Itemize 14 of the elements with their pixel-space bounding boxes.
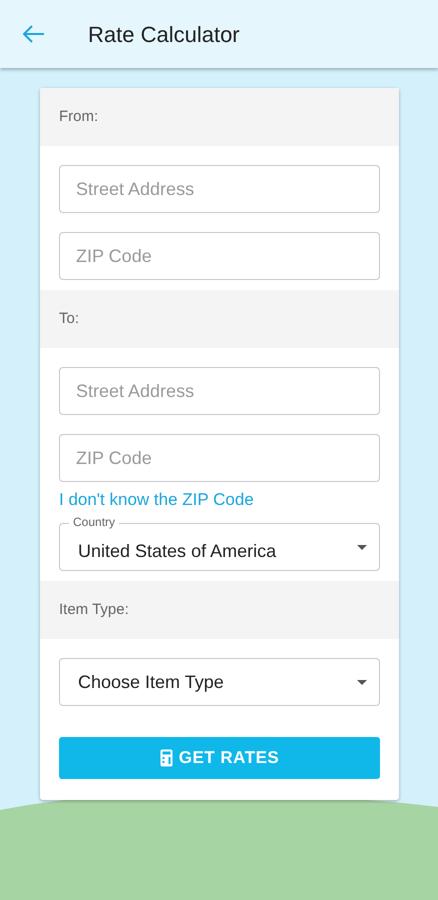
input-field[interactable]: Street Address (59, 165, 380, 213)
dropdown-caret-icon (357, 680, 367, 684)
dropdown-caret-icon (357, 544, 367, 550)
section-label: To: (59, 308, 80, 329)
app-bar-title: Rate Calculator (88, 20, 240, 48)
section-label: Item Type: (59, 600, 129, 620)
input-field[interactable]: ZIP Code (59, 434, 380, 482)
input-field[interactable]: ZIP Code (59, 232, 380, 280)
section-label: From: (59, 106, 98, 127)
input-field[interactable]: Street Address (59, 367, 380, 415)
select-field[interactable]: Choose Item Type (59, 658, 380, 706)
select-value: Choose Item Type (78, 670, 224, 694)
select-value: United States of America (78, 540, 276, 562)
calculator-icon (160, 749, 173, 767)
